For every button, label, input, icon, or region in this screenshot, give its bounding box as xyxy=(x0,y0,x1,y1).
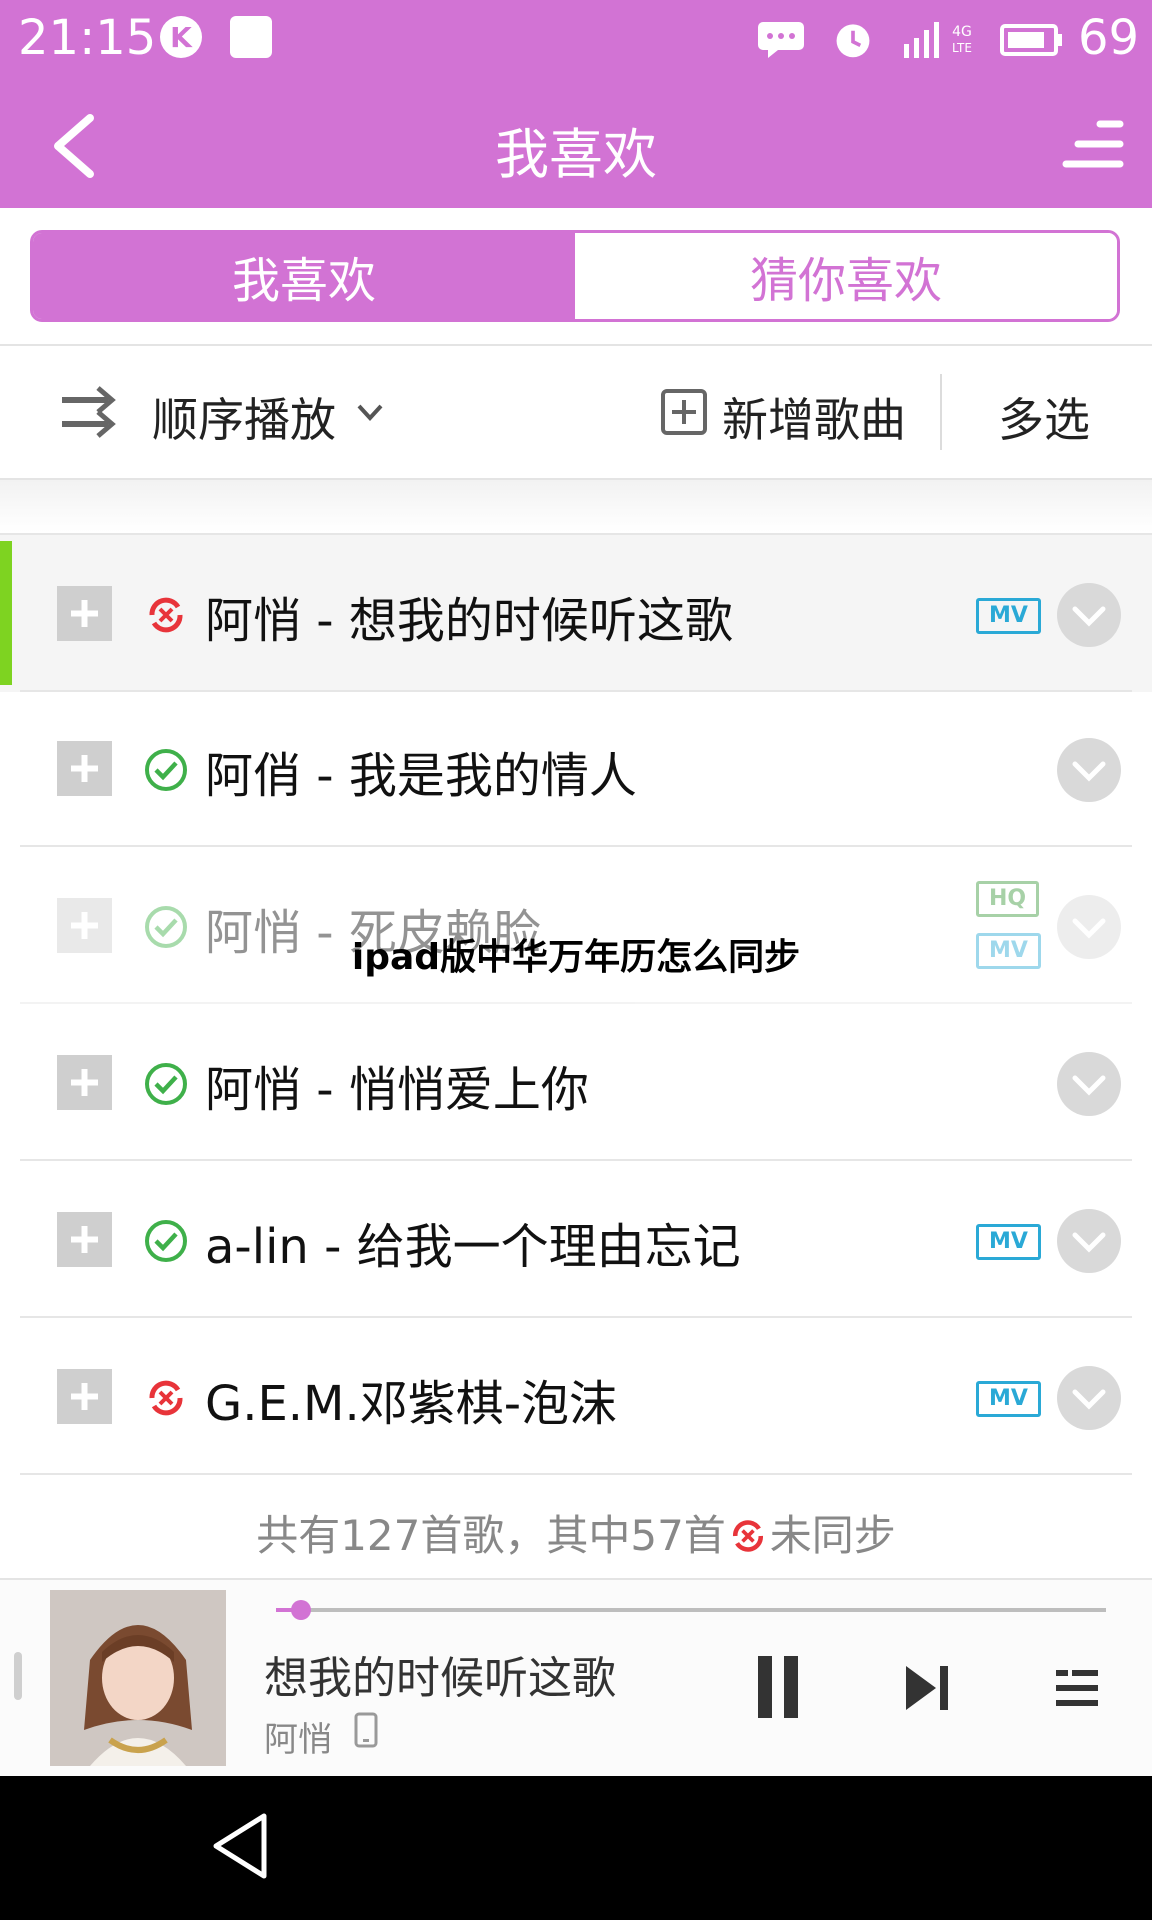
battery-icon xyxy=(1000,24,1062,56)
k-app-icon: K xyxy=(160,16,202,58)
synced-check-icon xyxy=(145,1063,187,1105)
song-row[interactable]: G.E.M.邓紫棋-泡沫 MV xyxy=(0,1318,1152,1475)
song-row[interactable]: 阿悄 - 死皮赖脸 HQ MV xyxy=(0,847,1152,1004)
playlist-button[interactable] xyxy=(1056,1668,1098,1708)
status-time: 21:15 xyxy=(18,10,157,66)
signal-icon: 4GLTE xyxy=(904,22,972,58)
svg-text:4G: 4G xyxy=(952,24,972,40)
add-box-icon[interactable] xyxy=(660,388,708,436)
song-title: 阿俏 - 我是我的情人 xyxy=(205,748,637,804)
battery-level: 69 xyxy=(1078,10,1140,66)
expand-chevron-icon[interactable] xyxy=(1057,738,1121,802)
phone-icon xyxy=(354,1712,378,1748)
mv-badge[interactable]: MV xyxy=(976,1224,1041,1260)
pause-button[interactable] xyxy=(756,1654,800,1720)
chevron-down-icon[interactable] xyxy=(355,400,385,424)
menu-button[interactable] xyxy=(1060,114,1124,178)
list-toolbar: 顺序播放 新增歌曲 多选 xyxy=(0,348,1152,478)
expand-chevron-icon[interactable] xyxy=(1057,1366,1121,1430)
hq-badge[interactable]: HQ xyxy=(976,881,1040,917)
song-row[interactable]: a-lin - 给我一个理由忘记 MV xyxy=(0,1161,1152,1318)
progress-thumb[interactable] xyxy=(290,1600,311,1620)
synced-check-icon xyxy=(145,749,187,791)
unsynced-icon xyxy=(149,597,183,633)
mv-badge[interactable]: MV xyxy=(976,598,1041,634)
qq-icon xyxy=(230,16,272,58)
add-song-button[interactable]: 新增歌曲 xyxy=(722,384,906,450)
add-to-playlist-icon[interactable] xyxy=(57,1212,112,1267)
drawer-handle[interactable] xyxy=(14,1652,22,1700)
shadow-band xyxy=(0,480,1152,532)
summary-text: 共有127首歌，其中57首 xyxy=(256,1511,726,1560)
song-title: a-lin - 给我一个理由忘记 xyxy=(205,1219,741,1275)
status-bar: 21:15 K 4G LTE 69 xyxy=(0,0,1152,80)
tab-guess-you-like[interactable]: 猜你喜欢 xyxy=(575,233,1117,319)
add-to-playlist-icon[interactable] xyxy=(57,1055,112,1110)
divider xyxy=(0,344,1152,346)
song-title: 阿悄 - 想我的时候听这歌 xyxy=(205,593,733,649)
now-playing-artist: 阿悄 xyxy=(264,1720,332,1760)
svg-text:LTE: LTE xyxy=(952,41,972,55)
song-title: G.E.M.邓紫棋-泡沫 xyxy=(205,1376,618,1432)
mv-badge[interactable]: MV xyxy=(976,1381,1041,1417)
expand-chevron-icon[interactable] xyxy=(1057,1052,1121,1116)
add-to-playlist-icon[interactable] xyxy=(57,586,112,641)
album-art[interactable] xyxy=(50,1590,226,1766)
tab-my-favorites[interactable]: 我喜欢 xyxy=(33,233,575,319)
tab-bar: 我喜欢 猜你喜欢 xyxy=(30,230,1120,322)
unsynced-icon xyxy=(149,1380,183,1416)
unsynced-icon xyxy=(732,1520,763,1552)
app-header: 我喜欢 xyxy=(0,80,1152,208)
expand-chevron-icon[interactable] xyxy=(1057,583,1121,647)
alarm-icon xyxy=(836,24,870,58)
song-row[interactable]: 阿俏 - 我是我的情人 xyxy=(0,690,1152,847)
expand-chevron-icon[interactable] xyxy=(1057,1209,1121,1273)
overlay-caption: ipad版中华万年历怎么同步 xyxy=(351,937,801,978)
progress-track[interactable] xyxy=(276,1608,1106,1612)
now-playing-indicator xyxy=(0,541,12,685)
next-track-button[interactable] xyxy=(904,1664,950,1712)
row-separator xyxy=(20,1473,1132,1475)
add-to-playlist-icon[interactable] xyxy=(57,741,112,796)
summary-suffix: 未同步 xyxy=(769,1511,896,1560)
song-title: 阿悄 - 悄悄爱上你 xyxy=(205,1062,589,1118)
shuffle-order-icon[interactable] xyxy=(58,384,118,440)
synced-check-icon xyxy=(145,1220,187,1262)
nav-back-icon[interactable] xyxy=(210,1812,270,1880)
mini-player[interactable]: 想我的时候听这歌 阿悄 xyxy=(0,1578,1152,1778)
page-title: 我喜欢 xyxy=(495,123,657,186)
toolbar-divider xyxy=(940,374,942,450)
add-to-playlist-icon[interactable] xyxy=(57,1369,112,1424)
system-nav-bar xyxy=(0,1776,1152,1920)
now-playing-title: 想我的时候听这歌 xyxy=(264,1653,616,1704)
song-count-summary: 共有127首歌，其中57首 未同步 xyxy=(0,1502,1152,1563)
play-mode-label[interactable]: 顺序播放 xyxy=(152,384,336,450)
song-row[interactable]: 阿悄 - 想我的时候听这歌 MV xyxy=(0,533,1152,692)
message-icon xyxy=(758,22,804,58)
multi-select-button[interactable]: 多选 xyxy=(998,384,1090,450)
song-row[interactable]: 阿悄 - 悄悄爱上你 xyxy=(0,1004,1152,1161)
